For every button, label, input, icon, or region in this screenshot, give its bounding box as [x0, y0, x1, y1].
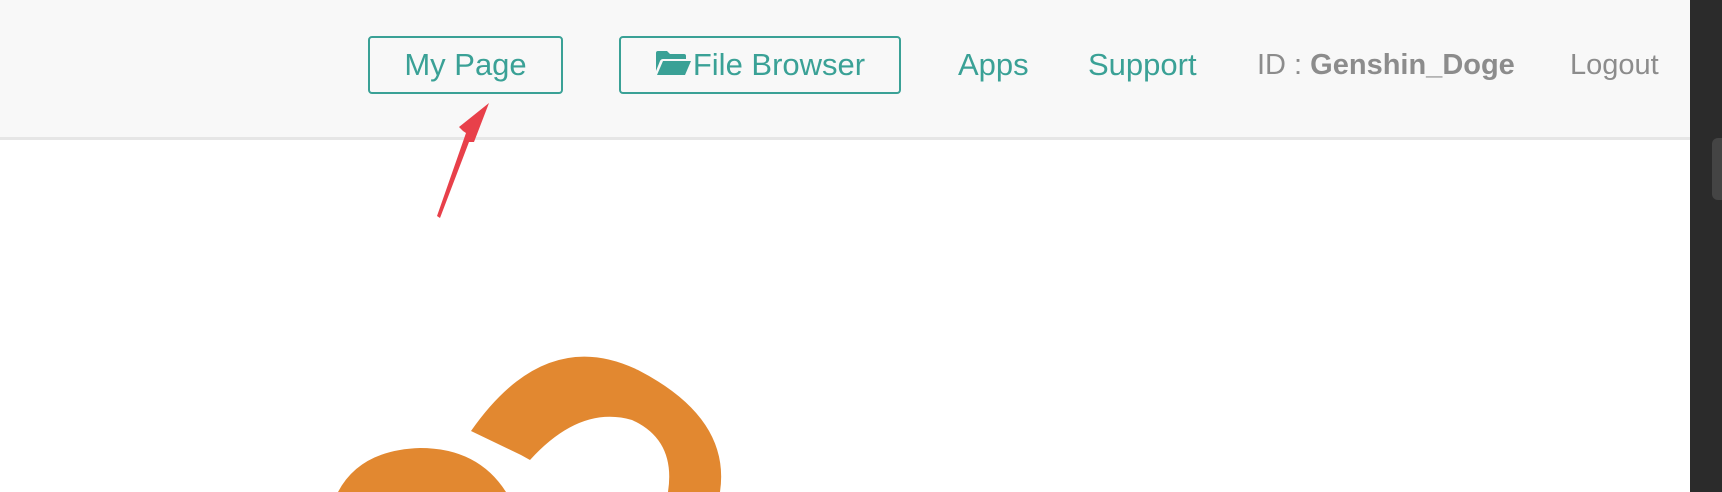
page: My Page File Browser Apps Support ID : G…	[0, 0, 1722, 492]
red-arrow-icon	[437, 103, 489, 218]
side-panel-edge	[1690, 0, 1722, 492]
side-panel-tab[interactable]	[1712, 138, 1722, 200]
